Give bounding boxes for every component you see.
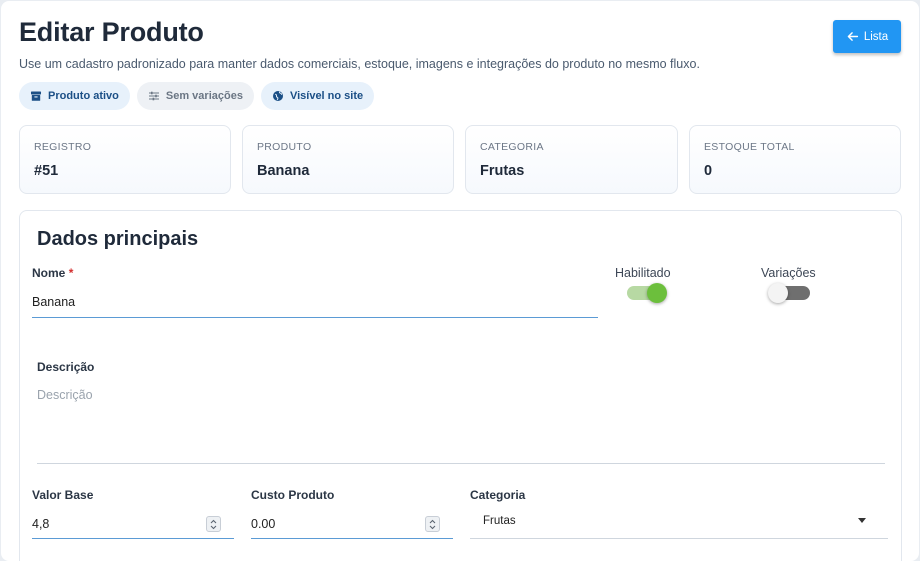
category-underline [470,538,888,539]
stat-label: Produto [257,141,312,153]
globe-icon [272,91,283,101]
enabled-toggle-label: Habilitado [615,266,671,280]
stat-value: Frutas [480,163,525,179]
category-select[interactable]: Frutas [483,515,516,527]
category-label: Categoria [470,488,526,502]
name-input[interactable]: Banana [32,295,75,309]
list-button[interactable]: Lista [833,20,901,53]
product-cost-underline [251,538,453,539]
chip-label: Sem variações [165,90,243,102]
description-underline [37,463,885,464]
chip-label: Produto ativo [48,90,119,102]
stat-card-registro: Registro #51 [19,125,231,194]
sliders-icon [148,91,159,101]
main-data-panel: Dados principais Nome * Banana Habilitad… [19,210,902,561]
required-mark: * [68,266,74,280]
base-value-stepper[interactable] [206,516,221,532]
base-value-label: Valor Base [32,488,94,502]
stat-value: Banana [257,163,310,179]
chip-visible-site[interactable]: Visível no site [260,82,375,110]
product-cost-stepper[interactable] [425,516,440,532]
stat-value: 0 [704,163,713,179]
stepper-arrows-icon [210,519,217,529]
stat-card-estoque: Estoque total 0 [689,125,901,194]
stat-label: Categoria [480,141,544,153]
page-title: Editar Produto [19,17,204,47]
base-value-input[interactable]: 4,8 [32,517,49,531]
name-input-underline [32,317,598,318]
stat-label: Estoque total [704,141,795,153]
description-label: Descrição [37,360,95,374]
chip-active-product[interactable]: Produto ativo [19,82,130,110]
stat-label: Registro [34,141,92,153]
stepper-arrows-icon [429,519,436,529]
chip-no-variations[interactable]: Sem variações [136,82,254,110]
name-label: Nome * [32,266,73,280]
chevron-down-icon[interactable] [858,518,866,523]
edit-product-page: Editar Produto Use um cadastro padroniza… [1,1,919,561]
status-chips: Produto ativo Sem variações Visível no s… [19,82,375,110]
section-title: Dados principais [37,228,199,250]
list-button-label: Lista [863,30,889,43]
arrow-left-icon [847,32,858,41]
stat-card-produto: Produto Banana [242,125,454,194]
description-textarea[interactable]: Descrição [37,388,93,402]
stat-card-categoria: Categoria Frutas [465,125,678,194]
name-label-text: Nome [32,266,66,280]
stat-value: #51 [34,163,59,179]
chip-label: Visível no site [289,90,364,102]
variations-toggle-knob[interactable] [768,283,788,303]
base-value-underline [32,538,234,539]
page-subtitle: Use um cadastro padronizado para manter … [19,57,700,71]
variations-toggle-label: Variações [761,266,816,280]
product-cost-input[interactable]: 0.00 [251,517,275,531]
enabled-toggle-knob[interactable] [647,283,667,303]
archive-icon [31,91,41,101]
product-cost-label: Custo Produto [251,488,335,502]
